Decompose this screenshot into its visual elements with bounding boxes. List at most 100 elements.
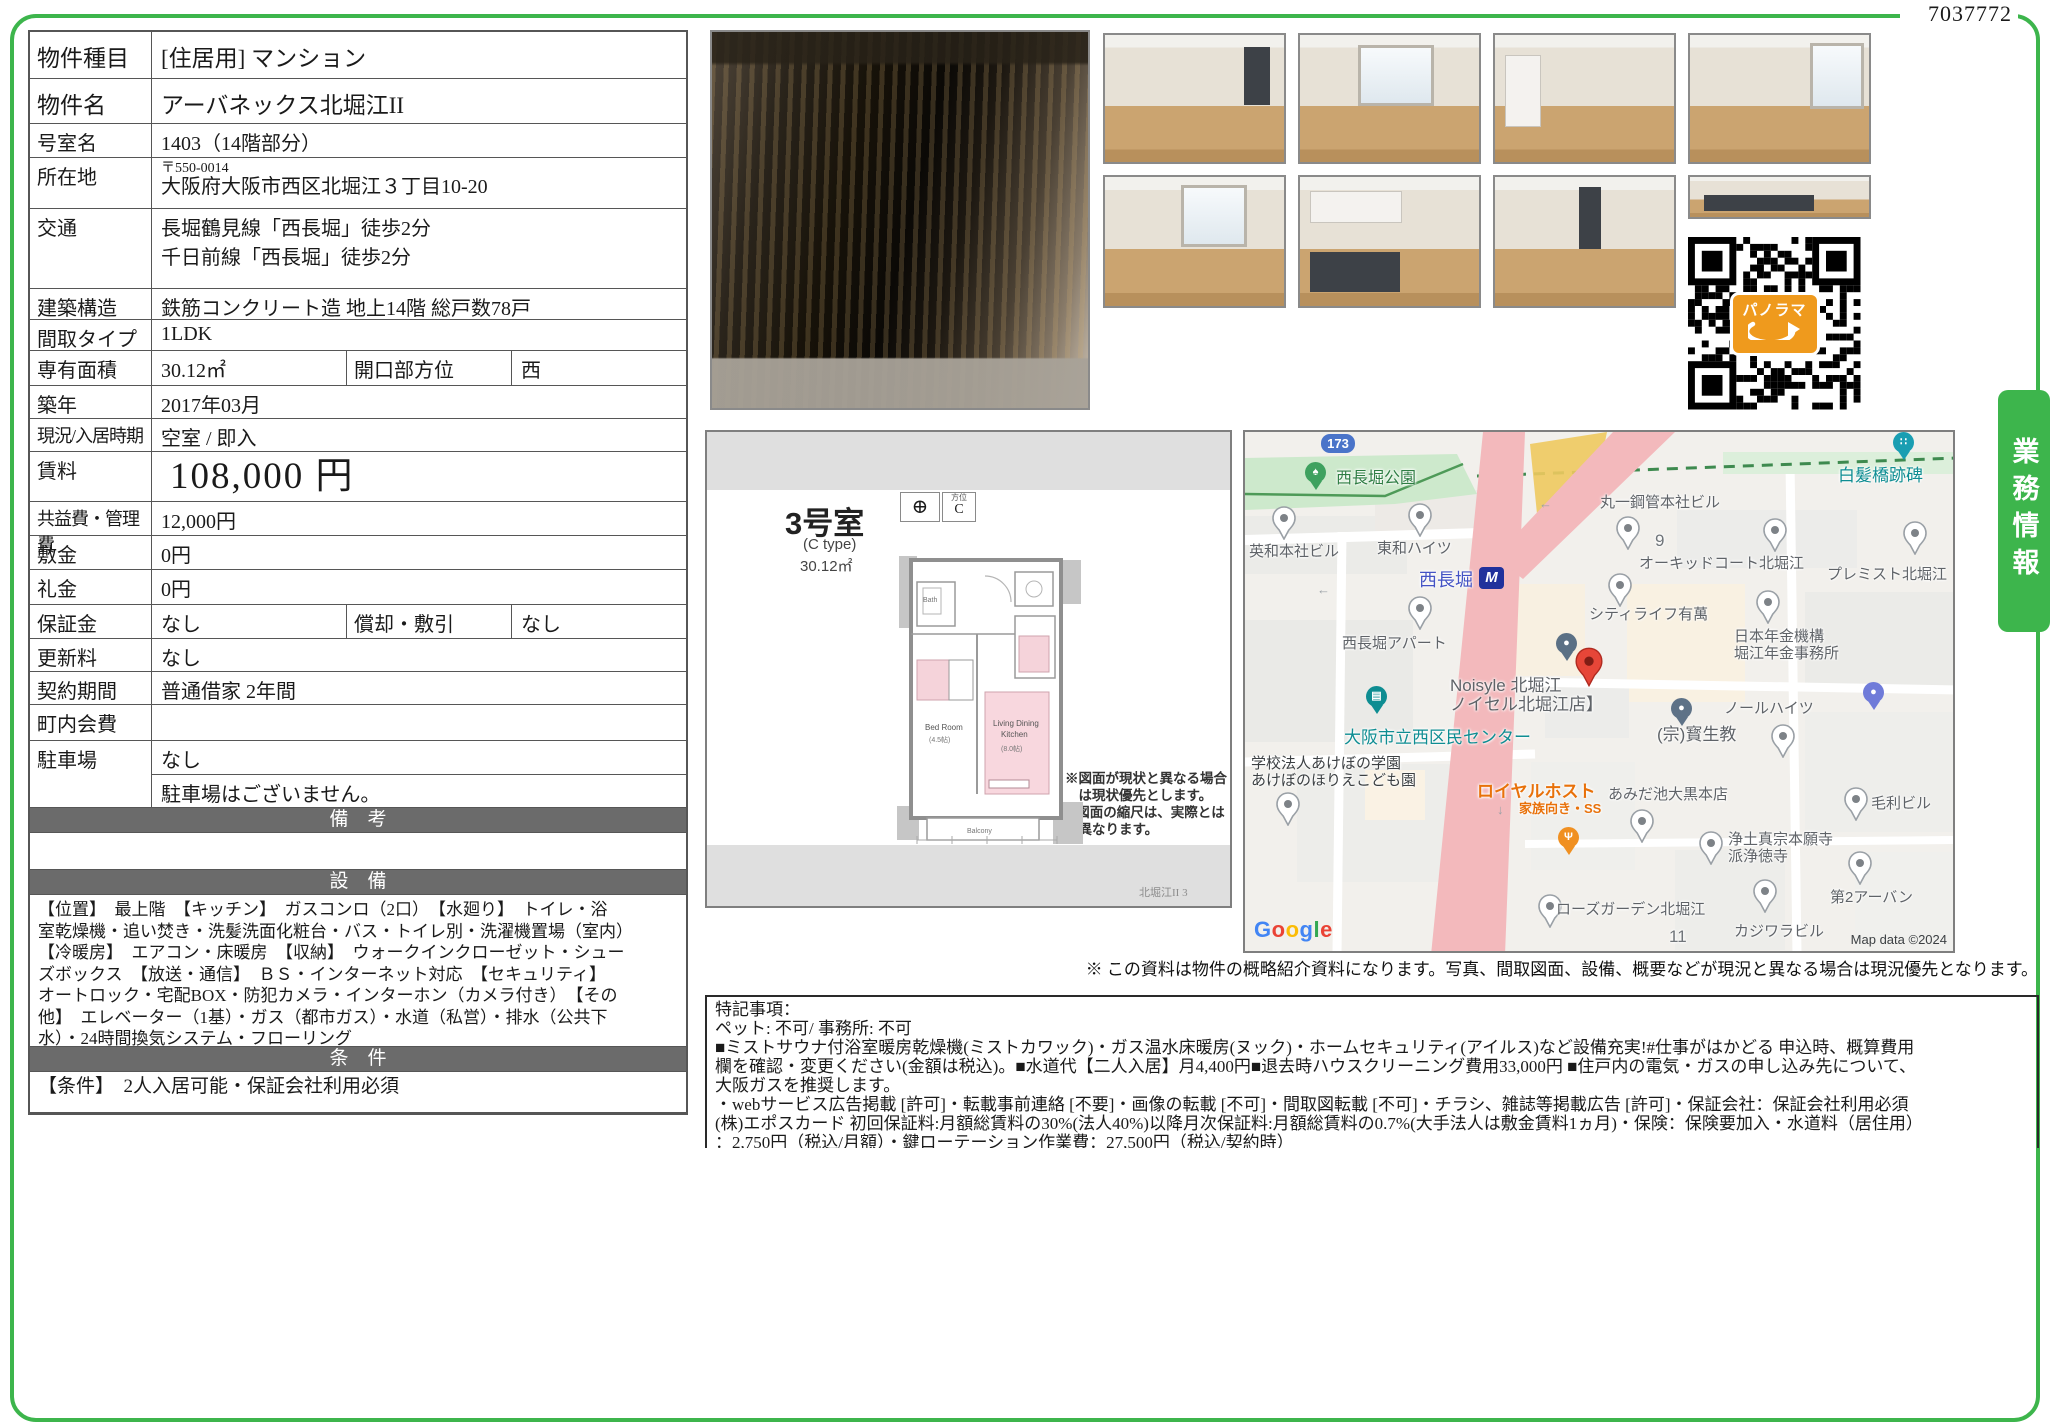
table-row-2: 号室名1403（14階部分） — [30, 124, 686, 158]
maruichi-label: 丸一鋼管本社ビル — [1600, 495, 1720, 512]
urban2-label: 第2アーバン — [1830, 890, 1913, 907]
table-row-12: 敷金0円 — [30, 536, 686, 570]
photo-room-1 — [1103, 33, 1286, 164]
kajiwara-label: カジワラビル — [1734, 924, 1824, 941]
row-label: 町内会費 — [30, 705, 152, 740]
row-value: 1403（14階部分） — [152, 124, 686, 157]
photo-room-5 — [1103, 175, 1286, 308]
map-disclaimer: ※ この資料は物件の概略紹介資料になります。写真、間取図面、設備、概要などが現況… — [898, 955, 2038, 980]
svg-text:←: ← — [1539, 496, 1552, 511]
row-value: 普通借家 2年間 — [152, 672, 686, 704]
table-row-17: 町内会費 — [30, 705, 686, 741]
table-row-8: 築年2017年03月 — [30, 386, 686, 419]
location-map: ← ← ↓ 173 M Google Map data ©2024 西長堀公園英… — [1243, 430, 1955, 953]
royal-host-sub-label: 家族向き・SS — [1519, 802, 1601, 817]
zip-code: 〒550-0014 — [161, 161, 682, 176]
civic-center-label: 大阪市立西区民センター — [1344, 728, 1531, 747]
row-label: 礼金 — [30, 570, 152, 604]
maruichi-pin-icon — [1616, 516, 1640, 555]
row-value: 空室 / 即入 — [152, 419, 686, 451]
row-cell: なし — [152, 605, 347, 638]
restaurant-pin-icon: Ψ — [1558, 827, 1579, 848]
row-label: 築年 — [30, 386, 152, 418]
row-label: 物件種目 — [30, 32, 152, 78]
row-value: 0円 — [152, 536, 686, 569]
row-label: 共益費・管理費 — [30, 502, 152, 535]
conditions-section-header: 条 件 — [30, 1047, 686, 1072]
block-9-label: 9 — [1655, 531, 1664, 550]
table-row-3: 所在地〒550-0014大阪府大阪市西区北堀江３丁目10-20 — [30, 158, 686, 209]
business-info-tab: 業務情報 — [1998, 390, 2050, 632]
row-value: 0円 — [152, 570, 686, 604]
photo-room-4 — [1688, 33, 1871, 164]
amidaike-label: あみだ池大黒本店 — [1608, 787, 1728, 804]
property-location-pin-icon — [1575, 647, 1603, 692]
table-row-1: 物件名アーバネックス北堀江II — [30, 79, 686, 124]
row-label: 交通 — [30, 209, 152, 288]
temple-pin-icon — [1699, 831, 1723, 870]
conditions-section-text: 【条件】 2人入居可能・保証会社利用必須 — [30, 1072, 686, 1113]
row-label: 更新料 — [30, 639, 152, 671]
address: 大阪府大阪市西区北堀江３丁目10-20 — [161, 176, 682, 199]
svg-text:←: ← — [1317, 582, 1330, 597]
panorama-qr-code: パノラマ — [1688, 237, 1861, 410]
panorama-badge: パノラマ — [1730, 292, 1820, 356]
mouri-pin-icon — [1844, 787, 1868, 826]
floorplan-panel: 3号室 (C type) 30.12㎡ ⊕ 方位 C ※図面が現状と異なる場合 … — [705, 430, 1232, 908]
kajiwara-pin-icon — [1753, 879, 1777, 918]
panorama-rotate-arrow-icon — [1748, 320, 1802, 340]
parking-value: なし — [152, 741, 686, 774]
direction-type-label: C — [943, 502, 975, 518]
hoshokyo-pin-icon: ● — [1671, 698, 1692, 719]
row-cell: なし — [512, 605, 686, 638]
panorama-badge-label: パノラマ — [1742, 299, 1806, 320]
rent-value: 108,000 円 — [152, 452, 686, 501]
floorplan-type: (C type) — [803, 536, 856, 553]
eiwa-pin-icon — [1272, 506, 1296, 545]
row-value: アーバネックス北堀江II — [152, 79, 686, 123]
table-row-14: 保証金なし償却・敷引なし — [30, 605, 686, 639]
rose-garden-label: ローズガーデン北堀江 — [1556, 902, 1705, 919]
table-row-16: 契約期間普通借家 2年間 — [30, 672, 686, 705]
special-remarks-box: 特記事項： ペット: 不可/ 事務所: 不可 ■ミストサウナ付浴室暖房乾燥機(ミ… — [705, 995, 2039, 1148]
row-label: 所在地 — [30, 158, 152, 208]
osaka-metro-icon: M — [1479, 567, 1504, 589]
temple-label: 浄土真宗本願寺 派浄徳寺 — [1728, 832, 1833, 866]
ldk-label-2: Kitchen — [1001, 730, 1028, 739]
google-logo: Google — [1254, 917, 1333, 943]
balcony-label: Balcony — [967, 828, 992, 835]
table-row-5: 建築構造鉄筋コンクリート造 地上14階 総戸数78戸 — [30, 289, 686, 320]
map-copyright: Map data ©2024 — [1851, 932, 1947, 947]
floorplan-area: 30.12㎡ — [800, 555, 853, 576]
row-label: 物件名 — [30, 79, 152, 123]
photo-room-3 — [1493, 33, 1676, 164]
table-row-4: 交通長堀鶴見線「西長堀」徒歩2分 千日前線「西長堀」徒歩2分 — [30, 209, 686, 289]
pension-office-label: 日本年金機構 堀江年金事務所 — [1734, 629, 1839, 663]
table-row-18: 駐車場なし駐車場はございません。 — [30, 741, 686, 808]
row-value: 長堀鶴見線「西長堀」徒歩2分 千日前線「西長堀」徒歩2分 — [152, 209, 686, 288]
direction-small-label: 方位 — [943, 493, 975, 502]
row-label: 駐車場 — [30, 741, 152, 807]
table-row-15: 更新料なし — [30, 639, 686, 672]
towa-heights-label: 東和ハイツ — [1377, 541, 1452, 558]
parking-pin-icon: ● — [1863, 682, 1884, 703]
row-label: 専有面積 — [30, 351, 152, 385]
station-label: 西長堀 — [1419, 570, 1473, 590]
row-cell: 償却・敷引 — [347, 605, 512, 638]
towa-pin-icon — [1408, 503, 1432, 542]
row-label: 号室名 — [30, 124, 152, 157]
civic-center-pin-icon: ▤ — [1366, 686, 1387, 707]
pension-pin-icon — [1756, 590, 1780, 629]
row-value: 12,000円 — [152, 502, 686, 535]
row-label: 建築構造 — [30, 289, 152, 319]
parking-value: 駐車場はございません。 — [152, 774, 686, 807]
row-label: 契約期間 — [30, 672, 152, 704]
nord-heights-label: ノールハイツ — [1724, 701, 1814, 718]
document-number: 7037772 — [1928, 1, 2012, 27]
photo-kitchen-1 — [1298, 175, 1481, 308]
row-label: 現況/入居時期 — [30, 419, 152, 451]
table-row-9: 現況/入居時期空室 / 即入 — [30, 419, 686, 452]
row-value: なし — [152, 639, 686, 671]
urban2-pin-icon — [1848, 851, 1872, 890]
floorplan-header-band — [707, 432, 1230, 490]
